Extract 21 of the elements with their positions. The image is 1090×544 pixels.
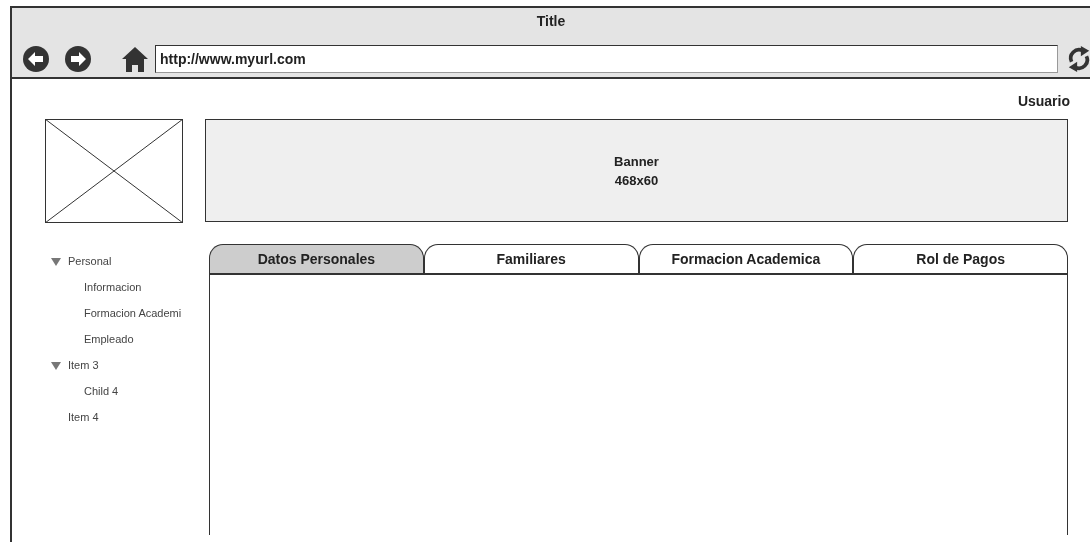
back-icon[interactable] [22,45,50,73]
tree-item[interactable]: Personal [68,255,112,267]
refresh-icon[interactable] [1066,44,1090,74]
address-field[interactable]: http://www.myurl.com [155,45,1058,73]
tab[interactable]: Formacion Academica [638,244,854,273]
home-icon[interactable] [121,45,149,73]
tab[interactable]: Rol de Pagos [853,244,1068,273]
collapse-triangle-icon[interactable] [51,256,61,266]
tree-item[interactable]: Child 4 [84,385,119,397]
forward-icon[interactable] [64,45,92,73]
window-title: Title [535,12,567,31]
tab[interactable]: Datos Personales [209,244,424,273]
tree-item[interactable]: Informacion [84,281,142,293]
banner-text: Banner 468x60 [614,152,659,190]
tree-item[interactable]: Item 4 [68,411,99,423]
collapse-triangle-icon[interactable] [51,360,61,370]
tab[interactable]: Familiares [423,244,639,273]
tree-item[interactable]: Formacion Academi [84,307,182,319]
user-label[interactable]: Usuario [1017,93,1070,115]
tree-item[interactable]: Item 3 [68,359,99,371]
tree-item[interactable]: Empleado [84,333,134,345]
